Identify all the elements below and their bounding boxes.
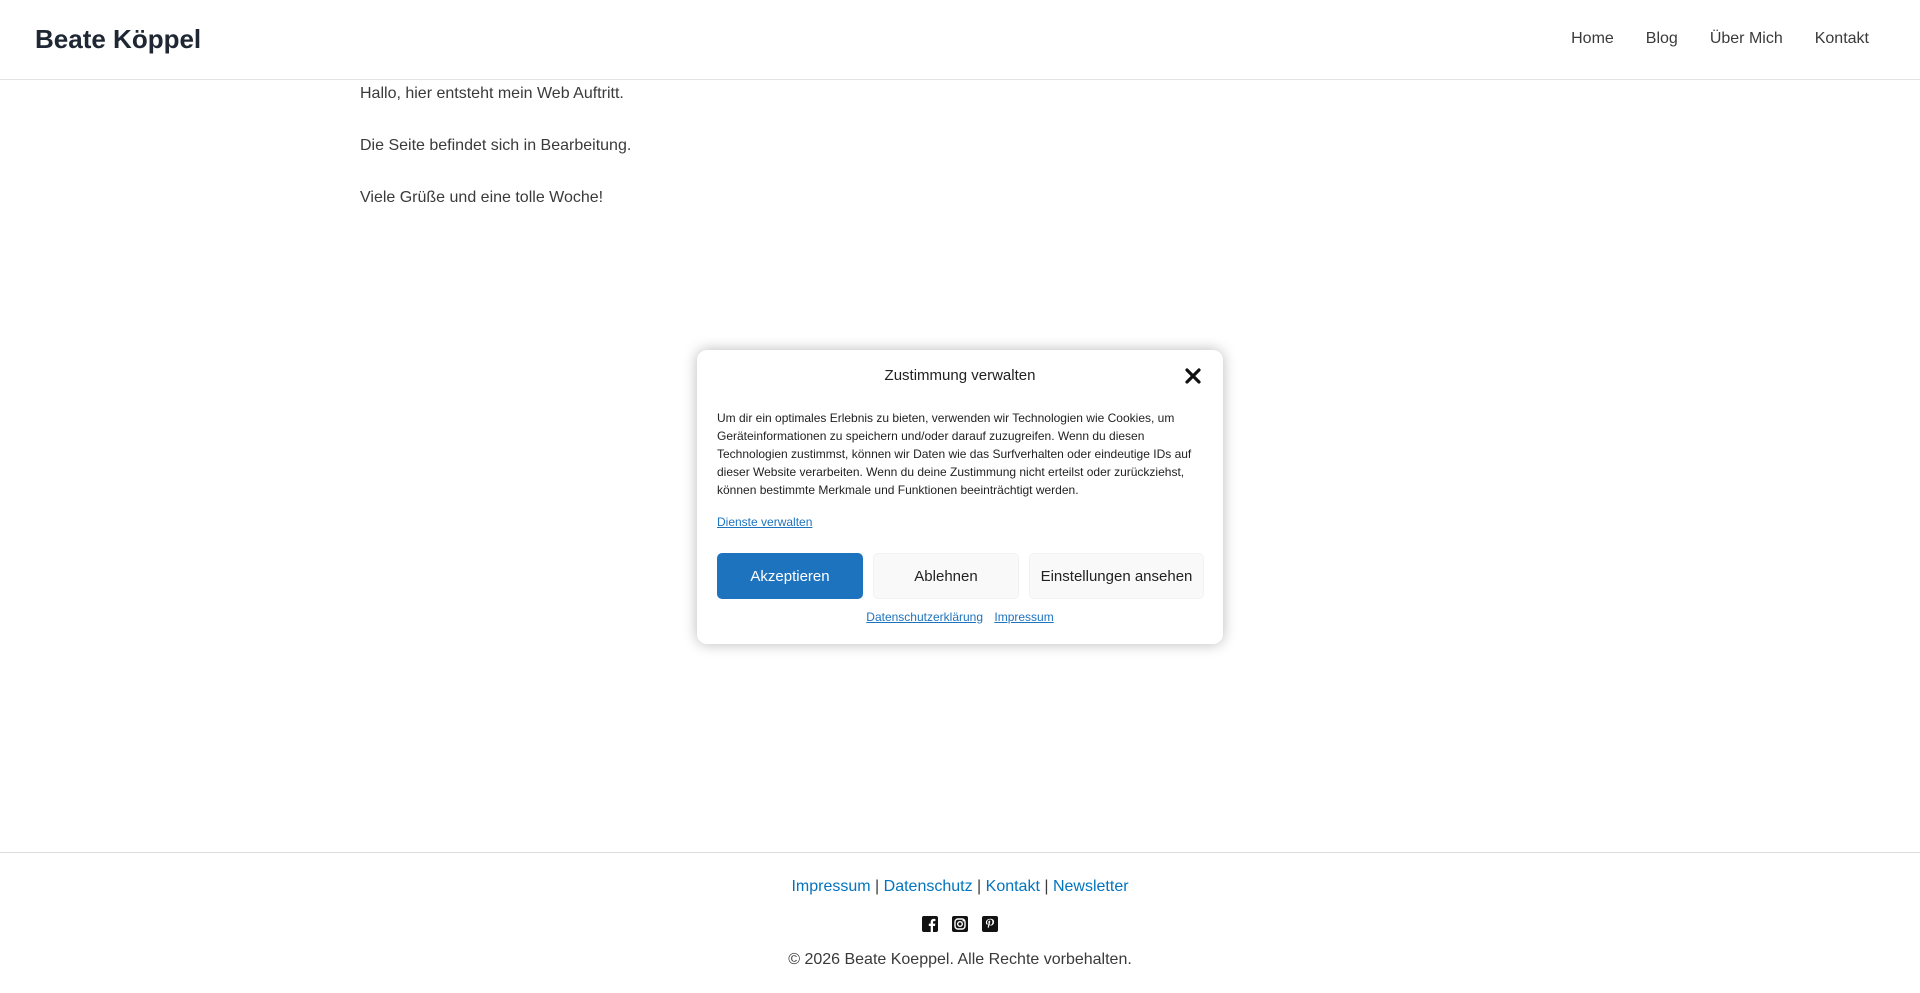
- footer-link-imprint[interactable]: Impressum: [791, 878, 870, 895]
- facebook-icon[interactable]: [922, 916, 938, 932]
- cookie-consent-dialog: Zustimmung verwalten Um dir ein optimale…: [697, 350, 1223, 644]
- manage-services-link[interactable]: Dienste verwalten: [717, 515, 812, 529]
- footer-separator: |: [1044, 878, 1053, 895]
- dialog-message: Um dir ein optimales Erlebnis zu bieten,…: [717, 411, 1192, 497]
- footer-separator: |: [875, 878, 884, 895]
- footer-link-privacy[interactable]: Datenschutz: [884, 878, 973, 895]
- deny-button[interactable]: Ablehnen: [873, 553, 1019, 599]
- footer-separator: |: [977, 878, 986, 895]
- social-links: [0, 916, 1920, 932]
- footer-link-newsletter[interactable]: Newsletter: [1053, 878, 1129, 895]
- content-paragraph: Hallo, hier entsteht mein Web Auftritt.: [360, 85, 624, 102]
- footer-links: Impressum | Datenschutz | Kontakt | News…: [0, 878, 1920, 896]
- imprint-link[interactable]: Impressum: [994, 610, 1053, 624]
- view-settings-button[interactable]: Einstellungen ansehen: [1029, 553, 1204, 599]
- nav-item-blog[interactable]: Blog: [1646, 29, 1678, 49]
- footer-link-contact[interactable]: Kontakt: [986, 878, 1040, 895]
- nav-item-contact[interactable]: Kontakt: [1815, 29, 1869, 49]
- main-nav: Home Blog Über Mich Kontakt: [1539, 29, 1869, 49]
- nav-item-home[interactable]: Home: [1571, 29, 1614, 49]
- nav-item-about[interactable]: Über Mich: [1710, 29, 1783, 49]
- main-content: Hallo, hier entsteht mein Web Auftritt. …: [360, 84, 1560, 240]
- close-icon[interactable]: [1183, 366, 1203, 386]
- site-title[interactable]: Beate Köppel: [35, 24, 201, 55]
- site-footer: Impressum | Datenschutz | Kontakt | News…: [0, 852, 1920, 993]
- copyright-text: © 2026 Beate Koeppel. Alle Rechte vorbeh…: [788, 951, 1132, 968]
- content-paragraph: Die Seite befindet sich in Bearbeitung.: [360, 137, 632, 154]
- dialog-title: Zustimmung verwalten: [884, 367, 1036, 384]
- dialog-footer-links: Datenschutzerklärung Impressum: [697, 610, 1223, 624]
- privacy-policy-link[interactable]: Datenschutzerklärung: [866, 610, 983, 624]
- pinterest-icon[interactable]: [982, 916, 998, 932]
- content-paragraph: Viele Grüße und eine tolle Woche!: [360, 189, 604, 206]
- accept-button[interactable]: Akzeptieren: [717, 553, 863, 599]
- instagram-icon[interactable]: [952, 916, 968, 932]
- site-header: Beate Köppel Home Blog Über Mich Kontakt: [0, 0, 1920, 80]
